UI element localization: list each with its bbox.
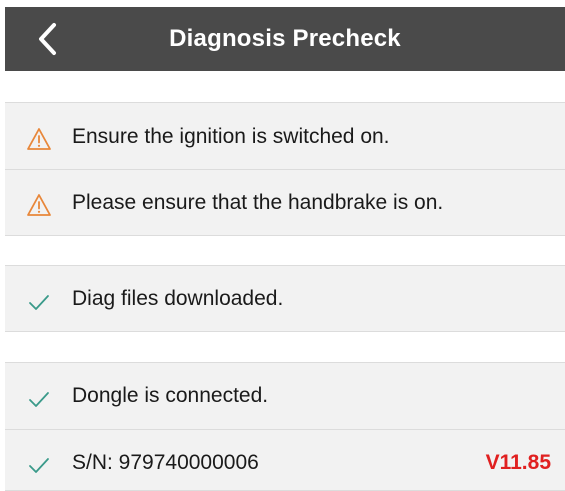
serial-number-label: S/N: 979740000006 — [72, 451, 259, 474]
check-icon — [29, 392, 49, 407]
check-icon — [29, 295, 49, 310]
precheck-item-handbrake: Please ensure that the handbrake is on. — [5, 169, 565, 236]
precheck-item-diag-files: Diag files downloaded. — [5, 265, 565, 332]
precheck-item-label: Dongle is connected. — [72, 384, 269, 407]
check-icon — [29, 458, 49, 473]
warning-icon — [27, 128, 51, 150]
version-badge: V11.85 — [485, 451, 551, 474]
warning-icon — [27, 194, 51, 216]
precheck-item-dongle: Dongle is connected. — [5, 362, 565, 429]
precheck-item-ignition: Ensure the ignition is switched on. — [5, 102, 565, 169]
precheck-item-label: Diag files downloaded. — [72, 287, 284, 310]
page-title: Diagnosis Precheck — [169, 25, 401, 52]
precheck-item-serial: S/N: 979740000006 V11.85 — [5, 429, 565, 491]
app-header: Diagnosis Precheck — [5, 7, 565, 71]
precheck-item-label: Please ensure that the handbrake is on. — [72, 191, 444, 214]
precheck-item-label: Ensure the ignition is switched on. — [72, 125, 390, 148]
